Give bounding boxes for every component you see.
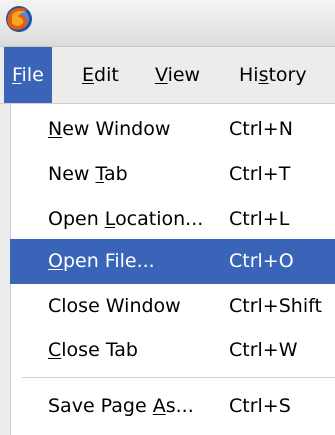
menu-item-label: Close Tab <box>48 328 138 373</box>
menu-history-pre: Hi <box>239 64 259 86</box>
menu-view-post: iew <box>167 64 201 86</box>
label-pre: New <box>48 163 96 185</box>
menu-view[interactable]: View <box>147 47 208 103</box>
menu-file[interactable]: File <box>4 47 52 103</box>
menu-item-close-window[interactable]: Close Window Ctrl+Shift <box>10 284 335 329</box>
label-mnemonic: N <box>48 118 63 140</box>
menu-item-label: Open File... <box>48 239 155 284</box>
menu-item-open-file[interactable]: Open File... Ctrl+O <box>10 239 335 284</box>
label-post: ew Window <box>62 118 171 140</box>
label-mnemonic: A <box>152 395 166 417</box>
label-mnemonic: C <box>48 339 62 361</box>
label-post: ocation... <box>115 208 204 230</box>
menu-item-open-location[interactable]: Open Location... Ctrl+L <box>10 197 335 242</box>
menu-item-shortcut: Ctrl+W <box>229 339 298 361</box>
menu-history[interactable]: History <box>231 47 315 103</box>
menu-separator <box>22 377 335 378</box>
menu-item-new-tab[interactable]: New Tab Ctrl+T <box>10 152 335 197</box>
label-post: ab <box>103 163 128 185</box>
menu-item-shortcut: Ctrl+N <box>229 118 293 140</box>
menu-file-mnemonic: F <box>12 64 22 86</box>
menu-item-label: Close Window <box>48 284 181 329</box>
firefox-logo-icon <box>6 6 32 32</box>
file-menu-dropdown: New Window Ctrl+N New Tab Ctrl+T Open Lo… <box>0 104 335 435</box>
menu-item-shortcut: Ctrl+S <box>229 395 291 417</box>
menu-item-label: New Tab <box>48 152 128 197</box>
menu-item-shortcut: Ctrl+L <box>229 208 290 230</box>
menu-view-mnemonic: V <box>155 64 168 86</box>
menu-item-label: New Window <box>48 107 170 152</box>
menu-history-post: tory <box>268 64 307 86</box>
label-mnemonic: T <box>95 163 104 185</box>
menu-edit[interactable]: Edit <box>74 47 127 103</box>
label-mnemonic: O <box>48 250 63 272</box>
menu-bar: File Edit View History <box>0 47 335 104</box>
menu-edit-mnemonic: E <box>82 64 95 86</box>
title-bar <box>0 0 335 47</box>
label-post: lose Tab <box>61 339 138 361</box>
menu-item-close-tab[interactable]: Close Tab Ctrl+W <box>10 328 335 373</box>
menu-item-label: Save Page As... <box>48 384 194 429</box>
label-pre: Close Window <box>48 295 181 317</box>
menu-edit-post: dit <box>94 64 119 86</box>
menu-item-label: Open Location... <box>48 197 203 242</box>
menu-file-post: ile <box>21 64 44 86</box>
menu-item-save-page-as[interactable]: Save Page As... Ctrl+S <box>10 384 335 429</box>
menu-item-shortcut: Ctrl+Shift <box>229 295 322 317</box>
label-mnemonic: L <box>104 208 116 230</box>
label-pre: Save Page <box>48 395 153 417</box>
menu-item-new-window[interactable]: New Window Ctrl+N <box>10 107 335 152</box>
menu-item-shortcut: Ctrl+T <box>229 163 291 185</box>
label-pre: Open <box>48 208 105 230</box>
label-post: pen File... <box>62 250 155 272</box>
label-post: s... <box>165 395 194 417</box>
menu-history-mnemonic: s <box>258 64 269 86</box>
menu-item-shortcut: Ctrl+O <box>229 250 294 272</box>
